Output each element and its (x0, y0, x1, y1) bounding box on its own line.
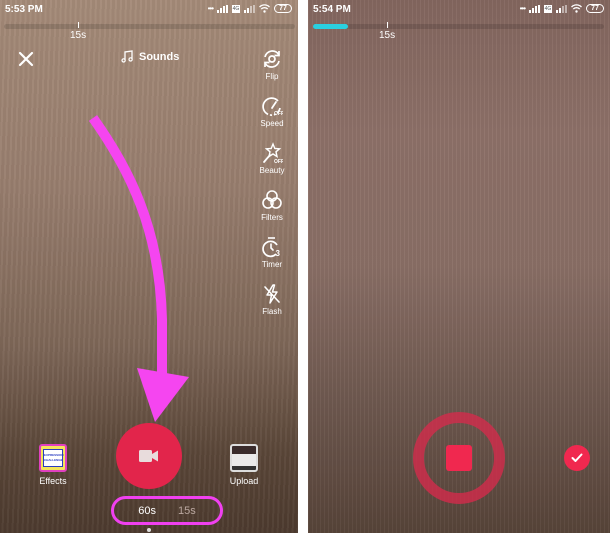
close-icon (18, 51, 34, 67)
duration-option-15s[interactable]: 15s (178, 505, 196, 517)
recording-progress-bar (313, 24, 604, 29)
music-note-icon (121, 50, 133, 63)
status-time: 5:53 PM (5, 4, 43, 15)
tool-beauty[interactable]: OFF Beauty (257, 142, 287, 175)
status-bar: 5:53 PM ••• 4G 77 (0, 0, 298, 20)
flip-camera-icon (264, 50, 280, 68)
tool-filters[interactable]: Filters (257, 189, 287, 222)
upload-label: Upload (229, 476, 259, 486)
status-icons: ••• 4G 77 (208, 4, 292, 13)
stop-recording-button[interactable] (413, 412, 505, 504)
upload-button[interactable]: Upload (226, 444, 262, 486)
tool-label: Flip (265, 72, 279, 81)
battery-icon: 77 (586, 4, 604, 13)
progress-marker-15s (78, 22, 79, 28)
speed-icon: OFF (262, 97, 283, 117)
signal-icon (217, 4, 228, 13)
camera-screen-ready: 5:53 PM ••• 4G 77 15s Sounds Flip OFF Sp… (0, 0, 298, 533)
beauty-wand-icon: OFF (263, 142, 283, 164)
tool-speed[interactable]: OFF Speed (257, 95, 287, 128)
recording-progress-bar (4, 24, 295, 29)
duration-indicator-dot (147, 528, 151, 532)
effects-thumbnail: EXPRESSION CHALLENGE (39, 444, 67, 472)
tool-flash[interactable]: Flash (257, 283, 287, 316)
svg-text:3: 3 (276, 249, 281, 258)
duration-selector-highlight: 60s 15s (111, 496, 223, 525)
signal-icon-2 (556, 4, 567, 13)
signal-icon (529, 4, 540, 13)
status-time: 5:54 PM (313, 4, 351, 15)
tool-label: Beauty (259, 166, 285, 175)
recording-progress-fill (313, 24, 348, 29)
svg-text:OFF: OFF (274, 111, 283, 117)
signal-icon-2 (244, 4, 255, 13)
wifi-icon (571, 4, 582, 13)
more-dots-icon: ••• (519, 3, 526, 13)
close-button[interactable] (17, 50, 35, 68)
status-icons: ••• 4G 77 (520, 4, 604, 13)
tool-label: Speed (260, 119, 284, 128)
svg-text:OFF: OFF (274, 159, 283, 164)
effects-label: Effects (39, 476, 67, 486)
effects-button[interactable]: EXPRESSION CHALLENGE Effects (37, 444, 69, 486)
tool-flip[interactable]: Flip (257, 48, 287, 81)
progress-marker-15s (387, 22, 388, 28)
sounds-button[interactable]: Sounds (121, 50, 179, 63)
tool-label: Filters (261, 213, 283, 222)
more-dots-icon: ••• (207, 3, 214, 13)
status-bar: 5:54 PM ••• 4G 77 (308, 0, 610, 20)
checkmark-icon (571, 453, 583, 462)
sounds-label: Sounds (139, 50, 180, 63)
tool-timer[interactable]: 3 Timer (257, 236, 287, 269)
flash-off-icon (264, 284, 280, 304)
confirm-button[interactable] (564, 445, 590, 471)
video-camera-icon (139, 450, 158, 462)
upload-thumbnail (230, 444, 258, 472)
sim-icon: 4G (544, 4, 552, 13)
filters-icon (262, 190, 282, 209)
progress-marker-label: 15s (70, 30, 87, 41)
timer-icon: 3 (262, 237, 281, 258)
record-button[interactable] (116, 423, 182, 489)
progress-marker-label: 15s (379, 30, 396, 41)
duration-option-60s[interactable]: 60s (138, 505, 156, 517)
sim-icon: 4G (232, 4, 240, 13)
stop-icon (446, 445, 472, 471)
tool-label: Timer (261, 260, 283, 269)
battery-icon: 77 (274, 4, 292, 13)
tool-label: Flash (262, 307, 282, 316)
wifi-icon (259, 4, 270, 13)
